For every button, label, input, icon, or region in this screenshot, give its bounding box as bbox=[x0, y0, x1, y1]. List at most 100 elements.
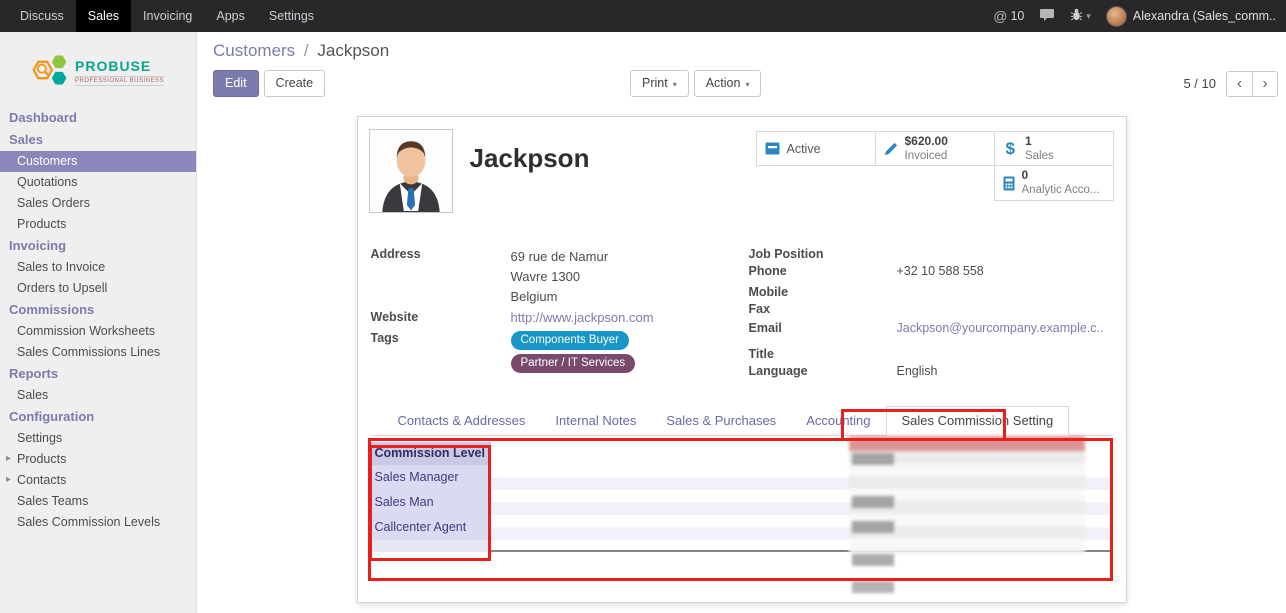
sidebar-item-settings[interactable]: Settings bbox=[0, 428, 196, 449]
probuse-logo[interactable]: PROBUSE PROFESSIONAL BUSINESS bbox=[0, 32, 196, 107]
sidebar-section-commissions[interactable]: Commissions bbox=[0, 299, 196, 321]
sidebar-item-sales-teams[interactable]: Sales Teams bbox=[0, 491, 196, 512]
invoiced-stat-button[interactable]: $620.00 Invoiced bbox=[875, 131, 995, 166]
topbar-right: @ 10 ▾ Alexandra (Sales_comm.. bbox=[993, 0, 1286, 32]
sidebar-item-commission-worksheets[interactable]: Commission Worksheets bbox=[0, 321, 196, 342]
mention-counter[interactable]: @ 10 bbox=[993, 8, 1024, 24]
control-buttons-row: Edit Create Print▾ Action▾ 5 / 10 ‹ › bbox=[213, 70, 1278, 97]
tab-sales-purchases[interactable]: Sales & Purchases bbox=[651, 407, 791, 435]
top-menu-sales[interactable]: Sales bbox=[76, 0, 131, 32]
commission-level-cell-sales-man[interactable]: Sales Man bbox=[371, 490, 491, 515]
column-header-commission-level[interactable]: Commission Level bbox=[371, 442, 491, 465]
chevron-right-icon: ▸ bbox=[6, 453, 11, 464]
sidebar-item-reports-sales[interactable]: Sales bbox=[0, 385, 196, 406]
sidebar-item-sales-orders[interactable]: Sales Orders bbox=[0, 193, 196, 214]
dollar-icon: $ bbox=[1003, 139, 1018, 159]
phone-label: Phone bbox=[749, 264, 897, 280]
sidebar-item-config-contacts[interactable]: ▸Contacts bbox=[0, 470, 196, 491]
create-button[interactable]: Create bbox=[264, 70, 326, 96]
job-position-label: Job Position bbox=[749, 247, 897, 263]
invoiced-label: Invoiced bbox=[905, 149, 948, 163]
top-navbar: Discuss Sales Invoicing Apps Settings @ … bbox=[0, 0, 1286, 32]
sales-stat-button[interactable]: $ 1 Sales bbox=[994, 131, 1114, 166]
breadcrumb-customers-link[interactable]: Customers bbox=[213, 41, 295, 60]
user-name: Alexandra (Sales_comm.. bbox=[1133, 9, 1276, 23]
sidebar-section-sales[interactable]: Sales bbox=[0, 129, 196, 151]
stat-buttons: Active $620.00 Invoiced $ bbox=[757, 131, 1114, 201]
top-menu-apps[interactable]: Apps bbox=[204, 0, 257, 32]
sidebar-item-quotations[interactable]: Quotations bbox=[0, 172, 196, 193]
chevron-down-icon: ▾ bbox=[673, 80, 677, 89]
logo-hexagons-icon bbox=[30, 48, 70, 95]
analytic-label: Analytic Acco... bbox=[1022, 183, 1100, 197]
website-label: Website bbox=[371, 310, 511, 325]
email-link[interactable]: Jackpson@yourcompany.example.c.. bbox=[897, 321, 1104, 337]
action-dropdown-button[interactable]: Action▾ bbox=[694, 70, 762, 96]
top-menu-bar: Discuss Sales Invoicing Apps Settings bbox=[0, 0, 326, 32]
print-dropdown-button[interactable]: Print▾ bbox=[630, 70, 689, 96]
user-menu[interactable]: Alexandra (Sales_comm.. bbox=[1106, 6, 1276, 27]
sidebar-item-orders-to-upsell[interactable]: Orders to Upsell bbox=[0, 278, 196, 299]
chevron-down-icon: ▾ bbox=[1086, 11, 1091, 22]
pager-count: 5 / 10 bbox=[1183, 76, 1216, 91]
email-label: Email bbox=[749, 321, 897, 337]
sidebar-item-sales-to-invoice[interactable]: Sales to Invoice bbox=[0, 257, 196, 278]
record-sheet: Jackpson Active bbox=[357, 116, 1127, 603]
pager-next-button[interactable]: › bbox=[1252, 71, 1278, 97]
field-group-right: Job Position Phone +32 10 588 558 Mobile bbox=[739, 247, 1113, 381]
sidebar-section-reports[interactable]: Reports bbox=[0, 363, 196, 385]
sidebar-item-customers[interactable]: Customers bbox=[0, 151, 196, 172]
active-toggle-icon bbox=[765, 142, 780, 155]
tab-sales-commission-setting[interactable]: Sales Commission Setting bbox=[886, 406, 1070, 436]
commission-level-cell-sales-manager[interactable]: Sales Manager bbox=[371, 465, 491, 490]
logo-title: PROBUSE bbox=[75, 58, 164, 74]
address-label: Address bbox=[371, 247, 511, 307]
empty-cell bbox=[371, 540, 491, 552]
sidebar-item-products[interactable]: Products bbox=[0, 214, 196, 235]
customer-photo[interactable] bbox=[369, 129, 453, 213]
analytic-accounts-stat-button[interactable]: 0 Analytic Acco... bbox=[994, 165, 1114, 201]
commission-level-column: Commission Level Sales Manager Sales Man… bbox=[371, 442, 491, 552]
edit-button[interactable]: Edit bbox=[213, 70, 259, 96]
active-label: Active bbox=[787, 142, 821, 156]
top-menu-settings[interactable]: Settings bbox=[257, 0, 326, 32]
pager-prev-button[interactable]: ‹ bbox=[1226, 71, 1252, 97]
tags-list: Components Buyer Partner / IT Services bbox=[511, 331, 636, 373]
sidebar-item-sales-commissions-lines[interactable]: Sales Commissions Lines bbox=[0, 342, 196, 363]
tab-internal-notes[interactable]: Internal Notes bbox=[540, 407, 651, 435]
tag-partner-it-services[interactable]: Partner / IT Services bbox=[511, 354, 636, 373]
pencil-icon bbox=[884, 142, 898, 156]
language-value: English bbox=[897, 364, 938, 380]
sidebar-item-config-products[interactable]: ▸Products bbox=[0, 449, 196, 470]
active-stat-button[interactable]: Active bbox=[756, 131, 876, 166]
tag-components-buyer[interactable]: Components Buyer bbox=[511, 331, 629, 350]
main-area: Customers / Jackpson Edit Create Print▾ … bbox=[197, 32, 1286, 613]
sales-label: Sales bbox=[1025, 149, 1054, 163]
fax-label: Fax bbox=[749, 302, 897, 318]
debug-menu-button[interactable]: ▾ bbox=[1070, 8, 1091, 24]
mention-count: 10 bbox=[1010, 9, 1024, 23]
control-panel: Customers / Jackpson Edit Create Print▾ … bbox=[197, 32, 1286, 97]
website-link[interactable]: http://www.jackpson.com bbox=[511, 310, 654, 325]
mention-icon: @ bbox=[993, 8, 1007, 24]
language-label: Language bbox=[749, 364, 897, 380]
analytic-count: 0 bbox=[1022, 168, 1100, 183]
sidebar-item-sales-commission-levels[interactable]: Sales Commission Levels bbox=[0, 512, 196, 533]
notebook-tabs: Contacts & Addresses Internal Notes Sale… bbox=[371, 408, 1113, 436]
sidebar-section-configuration[interactable]: Configuration bbox=[0, 406, 196, 428]
tab-accounting[interactable]: Accounting bbox=[791, 407, 885, 435]
tags-label: Tags bbox=[371, 331, 511, 373]
tab-contacts-addresses[interactable]: Contacts & Addresses bbox=[383, 407, 541, 435]
sidebar: PROBUSE PROFESSIONAL BUSINESS Dashboard … bbox=[0, 32, 197, 613]
top-menu-discuss[interactable]: Discuss bbox=[8, 0, 76, 32]
sidebar-section-invoicing[interactable]: Invoicing bbox=[0, 235, 196, 257]
calculator-icon bbox=[1003, 176, 1015, 191]
bug-icon bbox=[1070, 8, 1083, 24]
top-menu-invoicing[interactable]: Invoicing bbox=[131, 0, 204, 32]
sidebar-section-dashboard[interactable]: Dashboard bbox=[0, 107, 196, 129]
commission-level-cell-callcenter-agent[interactable]: Callcenter Agent bbox=[371, 515, 491, 540]
messages-button[interactable] bbox=[1039, 8, 1055, 25]
address-value: 69 rue de Namur Wavre 1300 Belgium bbox=[511, 247, 609, 307]
table-body-stripes bbox=[491, 465, 1111, 550]
businessman-avatar-image bbox=[370, 130, 452, 212]
